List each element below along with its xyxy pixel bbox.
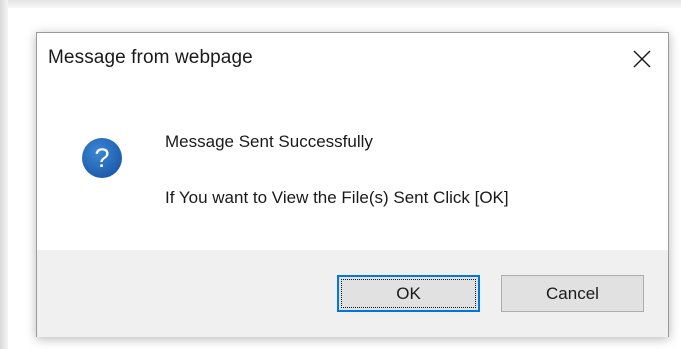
close-button[interactable] [622, 39, 662, 79]
backdrop-edge-top [0, 0, 681, 8]
dialog-titlebar[interactable]: Message from webpage [37, 33, 668, 87]
dialog-title: Message from webpage [48, 47, 253, 68]
close-icon [633, 50, 651, 68]
svg-text:?: ? [94, 143, 109, 173]
cancel-button[interactable]: Cancel [501, 275, 644, 312]
message-dialog: Message from webpage ? Message Sent Succ… [36, 32, 669, 337]
backdrop-edge-left [0, 0, 8, 349]
message-line-1: Message Sent Successfully [165, 132, 373, 151]
question-icon: ? [81, 137, 123, 179]
cancel-button-label: Cancel [546, 283, 599, 303]
screen: Message from webpage ? Message Sent Succ… [0, 0, 681, 349]
ok-button-focus-ring [341, 279, 476, 308]
dialog-content: ? Message Sent Successfully If You want … [37, 87, 668, 250]
message-line-2: If You want to View the File(s) Sent Cli… [165, 188, 509, 207]
dialog-button-bar: OK Cancel [37, 250, 668, 337]
ok-button[interactable]: OK [337, 275, 480, 312]
